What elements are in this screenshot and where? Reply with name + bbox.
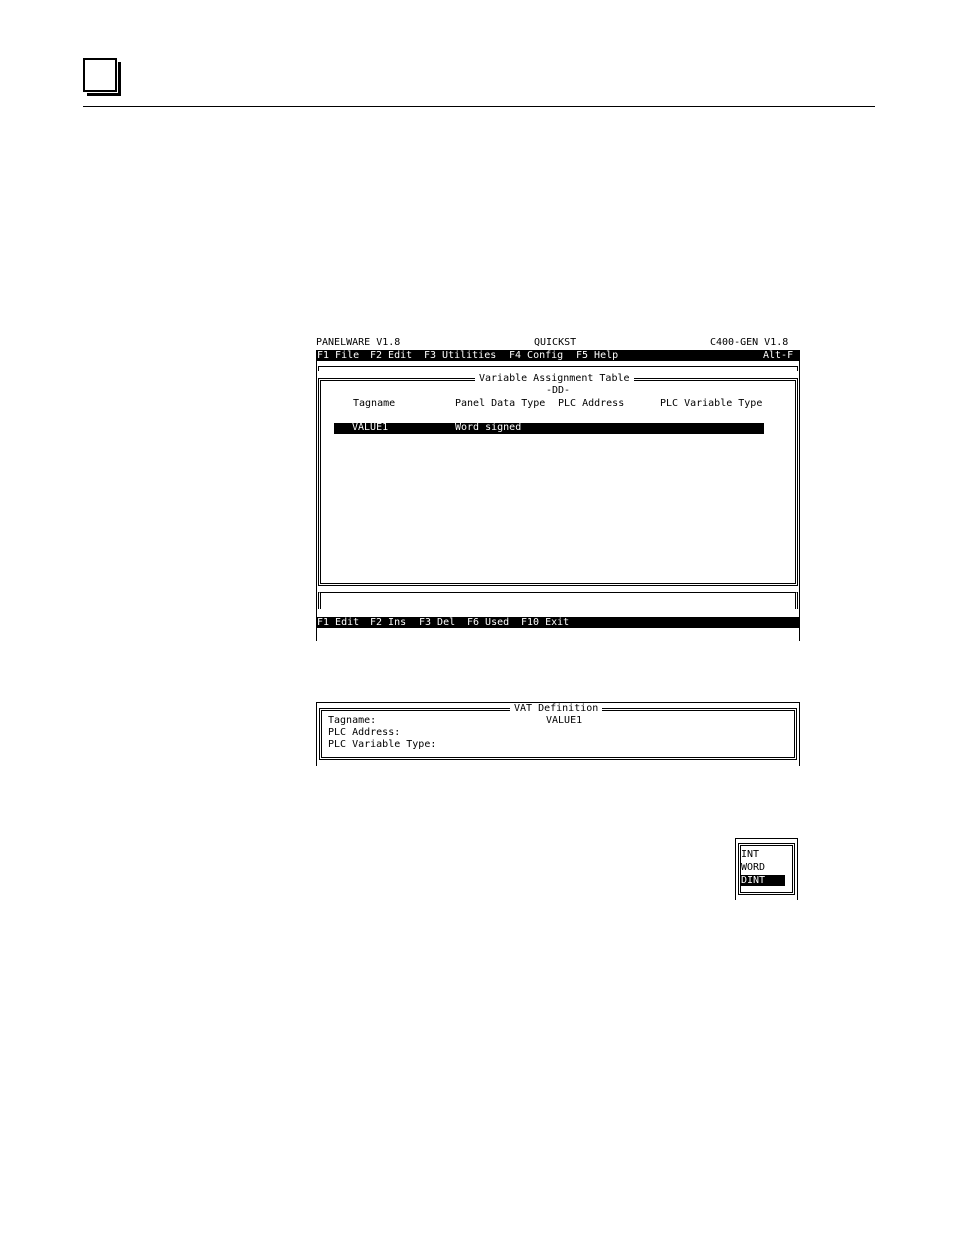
tagname-label: Tagname: <box>328 715 377 726</box>
plc-var-type-label: PLC Variable Type: <box>328 739 437 750</box>
row-tagname: VALUE1 <box>352 422 389 433</box>
row-panel-type: Word signed <box>455 422 522 433</box>
variable-type-popup: INT WORD DINT <box>735 838 798 900</box>
col-header-plc-var-type: PLC Variable Type <box>660 398 763 409</box>
tagname-value: VALUE1 <box>546 715 583 726</box>
fkey-delete[interactable]: F3 Del <box>419 617 455 629</box>
function-key-bar: F1 Edit F2 Ins F3 Del F6 Used F10 Exit <box>316 617 800 628</box>
screen-right-edge <box>799 361 800 641</box>
menu-edit[interactable]: F2 Edit <box>370 350 412 362</box>
title-bar: PANELWARE V1.8 QUICKST C400-GEN V1.8 <box>316 337 800 349</box>
fkey-insert[interactable]: F2 Ins <box>370 617 406 629</box>
vat-table-title: Variable Assignment Table <box>475 373 634 385</box>
table-row[interactable]: VALUE1 Word signed <box>334 422 764 434</box>
option-dint[interactable]: DINT <box>741 875 785 886</box>
menu-shortcut: Alt-F <box>763 350 794 361</box>
option-int[interactable]: INT <box>741 849 759 860</box>
col-header-plc-address: PLC Address <box>558 398 625 409</box>
project-name: QUICKST <box>534 337 577 348</box>
col-header-panel-type: Panel Data Type <box>455 398 546 409</box>
status-line <box>318 592 798 609</box>
fkey-edit[interactable]: F1 Edit <box>317 617 359 629</box>
menu-help[interactable]: F5 Help <box>576 350 618 362</box>
definition-title: VAT Definition <box>510 703 603 715</box>
page-marker-box <box>83 58 117 92</box>
screen-left-edge <box>316 361 317 641</box>
vat-definition-screen: VAT Definition Tagname: VALUE1 PLC Addre… <box>316 702 800 766</box>
vat-table-subtitle: -DD- <box>546 385 571 396</box>
vat-screen: PANELWARE V1.8 QUICKST C400-GEN V1.8 F1 … <box>316 337 800 641</box>
fkey-used[interactable]: F6 Used <box>467 617 509 629</box>
header-rule <box>83 106 875 107</box>
menu-utilities[interactable]: F3 Utilities <box>424 350 496 362</box>
menu-bar: F1 File F2 Edit F3 Utilities F4 Config F… <box>316 350 800 361</box>
option-word[interactable]: WORD <box>741 862 765 873</box>
app-name: PANELWARE V1.8 <box>316 337 401 348</box>
target-name: C400-GEN V1.8 <box>710 337 789 348</box>
col-header-tagname: Tagname <box>353 398 396 409</box>
fkey-exit[interactable]: F10 Exit <box>521 617 569 629</box>
menu-config[interactable]: F4 Config <box>509 350 563 362</box>
plc-address-label: PLC Address: <box>328 727 401 738</box>
menu-underline <box>318 366 798 371</box>
menu-file[interactable]: F1 File <box>317 350 359 362</box>
